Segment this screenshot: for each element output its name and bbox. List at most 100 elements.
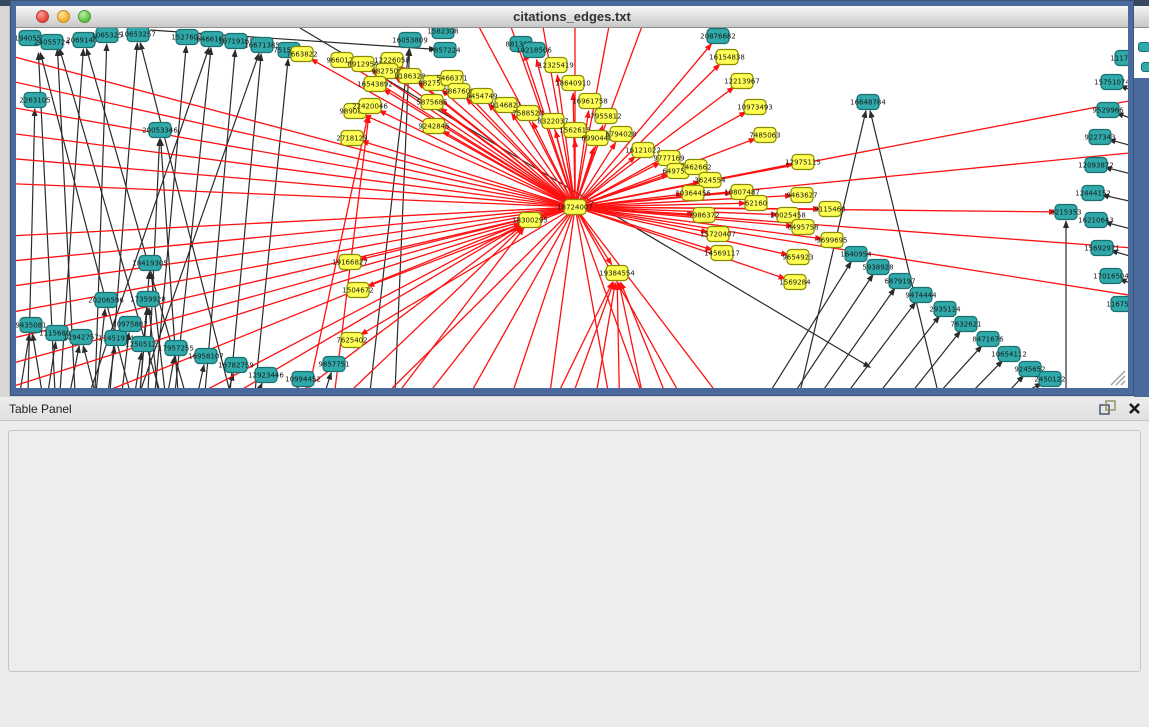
- graph-node[interactable]: 8471676: [972, 332, 1004, 347]
- graph-edge: [557, 75, 575, 207]
- graph-node-label: 17359928: [130, 296, 166, 304]
- graph-node[interactable]: 9474444: [905, 288, 937, 303]
- graph-node-label: 2935114: [929, 306, 961, 314]
- graph-node[interactable]: 7986372: [688, 208, 719, 223]
- graph-node-label: 12093872: [1078, 162, 1114, 170]
- graph-node[interactable]: 9463627: [786, 188, 817, 203]
- graph-node[interactable]: 10994452: [285, 372, 321, 387]
- graph-node[interactable]: 16154838: [709, 50, 745, 65]
- graph-node[interactable]: 7955812: [590, 109, 621, 124]
- graph-node[interactable]: 2450122: [1034, 372, 1065, 387]
- graph-node[interactable]: 20876682: [700, 29, 736, 44]
- graph-node[interactable]: 2263105: [19, 93, 50, 108]
- graph-edge: [258, 383, 262, 388]
- graph-node[interactable]: 12093872: [1078, 158, 1114, 173]
- graph-node[interactable]: 7625402: [336, 333, 367, 348]
- graph-node-label: 6879197: [884, 278, 915, 286]
- graph-node[interactable]: 7632621: [950, 317, 981, 332]
- graph-node[interactable]: 2718129: [336, 131, 367, 146]
- graph-edge: [205, 50, 235, 388]
- graph-node[interactable]: 1117205: [1110, 51, 1128, 66]
- graph-node[interactable]: 17016504: [1093, 269, 1128, 284]
- graph-node[interactable]: 9227343: [1084, 130, 1115, 145]
- background-canvas-sliver: [1134, 28, 1149, 78]
- desktop-background: [0, 6, 10, 397]
- graph-node[interactable]: 1582308: [427, 28, 458, 39]
- graph-node-label: 1504672: [342, 287, 373, 295]
- background-window-sliver: [1134, 6, 1149, 397]
- graph-node[interactable]: 1569284: [779, 275, 811, 290]
- graph-node-label: 1117205: [1110, 55, 1128, 63]
- graph-node[interactable]: 12325419: [538, 58, 574, 73]
- graph-node[interactable]: 9699695: [816, 233, 847, 248]
- graph-node[interactable]: 5938928: [862, 260, 893, 275]
- graph-node-label: 15751074: [1094, 79, 1128, 87]
- graph-node-label: 9115460: [814, 206, 845, 214]
- graph-node-label: 18724007: [557, 204, 593, 212]
- graph-node-label: 6794028: [605, 131, 636, 139]
- graph-node[interactable]: 6879197: [884, 274, 915, 289]
- float-window-icon[interactable]: [1099, 400, 1116, 419]
- graph-node[interactable]: 1167533: [1106, 297, 1128, 312]
- graph-node-label: 9654923: [782, 254, 813, 262]
- graph-edge: [28, 109, 35, 388]
- graph-node[interactable]: 1640954: [840, 247, 872, 262]
- graph-node[interactable]: 12975115: [785, 155, 821, 170]
- graph-node[interactable]: 2935114: [929, 302, 961, 317]
- resize-grip-icon[interactable]: [1108, 368, 1126, 386]
- graph-edge: [230, 54, 261, 388]
- graph-node[interactable]: 14569117: [704, 246, 740, 261]
- graph-node[interactable]: 16961758: [572, 94, 608, 109]
- graph-node[interactable]: 1065325: [91, 28, 122, 43]
- graph-node[interactable]: 9529966: [1092, 103, 1124, 118]
- graph-node[interactable]: 7485063: [749, 128, 780, 143]
- graph-node-label: 1640954: [840, 251, 872, 259]
- graph-node[interactable]: 10653257: [120, 28, 156, 42]
- graph-node[interactable]: 6794028: [605, 127, 636, 142]
- graph-edge: [575, 207, 655, 388]
- close-panel-icon[interactable]: [1128, 402, 1141, 418]
- graph-node[interactable]: 9654923: [782, 250, 813, 265]
- graph-node[interactable]: 1504672: [342, 283, 373, 298]
- graph-node[interactable]: 16053809: [392, 33, 428, 48]
- network-window-titlebar[interactable]: citations_edges.txt: [16, 6, 1128, 28]
- graph-edge: [617, 283, 620, 388]
- graph-node[interactable]: 9857751: [318, 357, 349, 372]
- graph-node[interactable]: 12444152: [1075, 186, 1111, 201]
- graph-node-label: 16961758: [572, 98, 608, 106]
- graph-node-label: 16958107: [188, 353, 224, 361]
- graph-node[interactable]: 15692971: [1084, 241, 1120, 256]
- graph-node[interactable]: 5875685: [416, 95, 447, 110]
- graph-node[interactable]: 62160: [745, 196, 767, 211]
- graph-node-label: 24055724: [34, 39, 70, 47]
- graph-node[interactable]: 8215353: [1050, 205, 1081, 220]
- graph-node-label: 1167533: [1106, 301, 1128, 309]
- graph-node[interactable]: 7663822: [286, 47, 317, 62]
- graph-node[interactable]: 12923446: [248, 368, 284, 383]
- network-canvas[interactable]: 1940557240557242069140610653251065325715…: [16, 28, 1128, 388]
- graph-node[interactable]: 16648784: [850, 95, 886, 110]
- graph-node[interactable]: 10654112: [991, 347, 1027, 362]
- graph-node-label: 9242845: [418, 123, 449, 131]
- network-view-frame[interactable]: citations_edges.txt 19405572405572420691…: [10, 0, 1134, 396]
- graph-node-label: 1582308: [427, 28, 458, 36]
- graph-node[interactable]: 15751074: [1094, 75, 1128, 90]
- citation-network-graph[interactable]: 1940557240557242069140610653251065325715…: [16, 28, 1128, 388]
- graph-node-label: 20364456: [675, 190, 711, 198]
- graph-node-label: 12505123: [125, 341, 161, 349]
- graph-node[interactable]: 10973493: [737, 100, 773, 115]
- graph-node[interactable]: 20206596: [88, 293, 124, 308]
- graph-node[interactable]: 10975887: [112, 317, 148, 332]
- graph-node[interactable]: 16210643: [1078, 213, 1114, 228]
- graph-node[interactable]: 9115460: [814, 202, 845, 217]
- graph-node[interactable]: 12213967: [724, 74, 760, 89]
- graph-node[interactable]: 18640910: [555, 76, 591, 91]
- graph-node[interactable]: 8495758: [787, 220, 818, 235]
- graph-edge: [822, 288, 895, 388]
- graph-node[interactable]: 9242845: [418, 119, 449, 134]
- graph-node[interactable]: 15720407: [700, 227, 736, 242]
- graph-edge: [545, 282, 613, 388]
- graph-edge: [1008, 376, 1024, 388]
- graph-node[interactable]: 7857224: [429, 43, 461, 58]
- table-panel-titlebar[interactable]: Table Panel: [0, 397, 1149, 421]
